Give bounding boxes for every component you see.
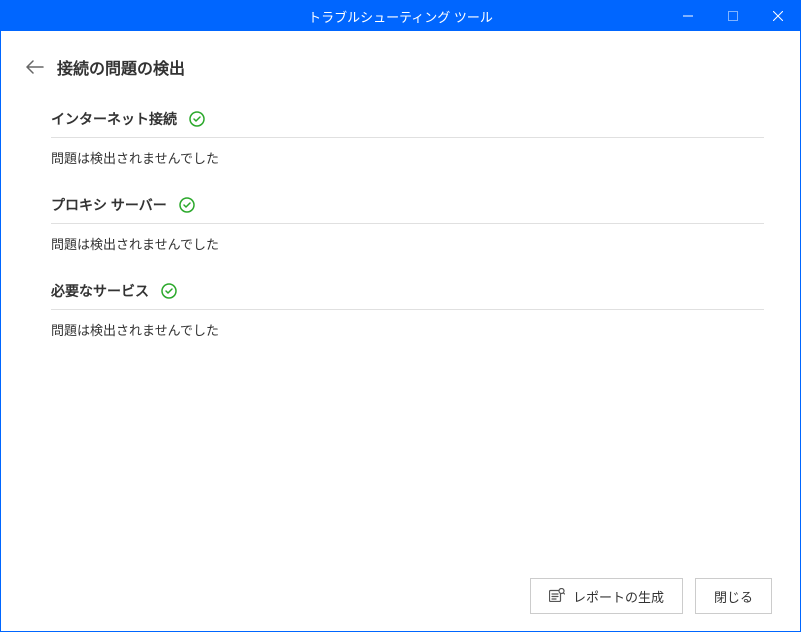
section-status: 問題は検出されませんでした	[51, 224, 764, 253]
maximize-button[interactable]	[710, 1, 755, 31]
maximize-icon	[728, 11, 738, 21]
section-header: プロキシ サーバー	[51, 195, 764, 224]
titlebar-controls	[665, 1, 800, 31]
section-required-services: 必要なサービス 問題は検出されませんでした	[51, 281, 764, 339]
window-title: トラブルシューティング ツール	[308, 7, 493, 26]
section-title: インターネット接続	[51, 109, 177, 129]
content-area: 接続の問題の検出 インターネット接続 問題は検出されませんでした プロキシ サー…	[1, 31, 800, 561]
report-icon	[549, 588, 565, 605]
section-title: 必要なサービス	[51, 281, 149, 301]
close-window-button[interactable]	[755, 1, 800, 31]
sections-list: インターネット接続 問題は検出されませんでした プロキシ サーバー 問題は検出さ…	[25, 109, 764, 339]
section-header: 必要なサービス	[51, 281, 764, 310]
back-button[interactable]	[25, 57, 45, 77]
page-header: 接続の問題の検出	[25, 55, 764, 79]
close-button[interactable]: 閉じる	[695, 578, 772, 614]
section-proxy-server: プロキシ サーバー 問題は検出されませんでした	[51, 195, 764, 253]
section-internet-connection: インターネット接続 問題は検出されませんでした	[51, 109, 764, 167]
close-icon	[773, 11, 783, 21]
check-success-icon	[161, 283, 177, 299]
section-status: 問題は検出されませんでした	[51, 138, 764, 167]
minimize-button[interactable]	[665, 1, 710, 31]
generate-report-label: レポートの生成	[573, 587, 664, 606]
back-arrow-icon	[26, 60, 44, 74]
section-header: インターネット接続	[51, 109, 764, 138]
section-title: プロキシ サーバー	[51, 195, 167, 215]
minimize-icon	[683, 11, 693, 21]
check-success-icon	[179, 197, 195, 213]
generate-report-button[interactable]: レポートの生成	[530, 578, 683, 614]
titlebar: トラブルシューティング ツール	[1, 1, 800, 31]
section-status: 問題は検出されませんでした	[51, 310, 764, 339]
check-success-icon	[189, 111, 205, 127]
footer: レポートの生成 閉じる	[1, 561, 800, 631]
close-label: 閉じる	[714, 587, 753, 606]
app-window: トラブルシューティング ツール 接続の問題の検出	[0, 0, 801, 632]
page-title: 接続の問題の検出	[57, 55, 185, 79]
